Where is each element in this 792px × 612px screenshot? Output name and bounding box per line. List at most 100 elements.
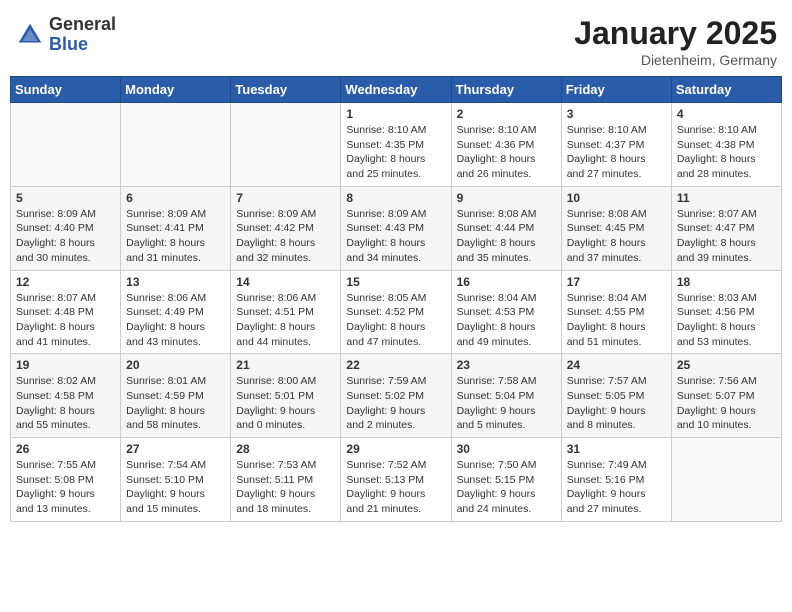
calendar-cell: 16Sunrise: 8:04 AM Sunset: 4:53 PM Dayli… [451, 270, 561, 354]
logo-icon [15, 20, 45, 50]
day-info: Sunrise: 8:06 AM Sunset: 4:49 PM Dayligh… [126, 291, 225, 350]
calendar-week-row: 1 Sunrise: 8:10 AM Sunset: 4:35 PM Daylig… [11, 103, 782, 187]
calendar-cell: 28 Sunrise: 7:53 AM Sunset: 5:11 PM Dayli… [231, 438, 341, 522]
day-info: Sunrise: 7:59 AM Sunset: 5:02 PM Dayligh… [346, 374, 445, 433]
calendar-cell: 22Sunrise: 7:59 AM Sunset: 5:02 PM Dayli… [341, 354, 451, 438]
day-number: 13 [126, 275, 225, 289]
day-info: Sunrise: 8:00 AM Sunset: 5:01 PM Dayligh… [236, 374, 335, 433]
calendar-cell: 20Sunrise: 8:01 AM Sunset: 4:59 PM Dayli… [121, 354, 231, 438]
day-info: Sunrise: 8:06 AM Sunset: 4:51 PM Dayligh… [236, 291, 335, 350]
calendar-cell: 3 Sunrise: 8:10 AM Sunset: 4:37 PM Daylig… [561, 103, 671, 187]
calendar-week-row: 5 Sunrise: 8:09 AM Sunset: 4:40 PM Daylig… [11, 186, 782, 270]
calendar-cell: 11 Sunrise: 8:07 AM Sunset: 4:47 PM Dayli… [671, 186, 781, 270]
day-of-week-header: Saturday [671, 77, 781, 103]
day-number: 12 [16, 275, 115, 289]
calendar-cell: 2 Sunrise: 8:10 AM Sunset: 4:36 PM Daylig… [451, 103, 561, 187]
logo: General Blue [15, 15, 116, 55]
day-info: Sunrise: 8:07 AM Sunset: 4:48 PM Dayligh… [16, 291, 115, 350]
day-number: 31 [567, 442, 666, 456]
calendar-cell: 8Sunrise: 8:09 AM Sunset: 4:43 PM Daylig… [341, 186, 451, 270]
day-of-week-header: Monday [121, 77, 231, 103]
day-info: Sunrise: 7:49 AM Sunset: 5:16 PM Dayligh… [567, 458, 666, 517]
day-number: 10 [567, 191, 666, 205]
calendar-cell: 21Sunrise: 8:00 AM Sunset: 5:01 PM Dayli… [231, 354, 341, 438]
day-of-week-header: Tuesday [231, 77, 341, 103]
day-number: 29 [346, 442, 445, 456]
calendar-cell: 12 Sunrise: 8:07 AM Sunset: 4:48 PM Dayli… [11, 270, 121, 354]
day-info: Sunrise: 8:01 AM Sunset: 4:59 PM Dayligh… [126, 374, 225, 433]
day-number: 28 [236, 442, 335, 456]
calendar-cell: 30Sunrise: 7:50 AM Sunset: 5:15 PM Dayli… [451, 438, 561, 522]
day-info: Sunrise: 7:52 AM Sunset: 5:13 PM Dayligh… [346, 458, 445, 517]
day-number: 23 [457, 358, 556, 372]
day-info: Sunrise: 8:10 AM Sunset: 4:35 PM Dayligh… [346, 123, 445, 182]
day-number: 4 [677, 107, 776, 121]
month-title: January 2025 [574, 15, 777, 52]
day-number: 17 [567, 275, 666, 289]
calendar-cell: 29 Sunrise: 7:52 AM Sunset: 5:13 PM Dayli… [341, 438, 451, 522]
calendar-week-row: 12 Sunrise: 8:07 AM Sunset: 4:48 PM Dayli… [11, 270, 782, 354]
day-number: 25 [677, 358, 776, 372]
day-info: Sunrise: 8:04 AM Sunset: 4:53 PM Dayligh… [457, 291, 556, 350]
day-info: Sunrise: 8:08 AM Sunset: 4:45 PM Dayligh… [567, 207, 666, 266]
day-of-week-header: Wednesday [341, 77, 451, 103]
calendar-cell: 31 Sunrise: 7:49 AM Sunset: 5:16 PM Dayli… [561, 438, 671, 522]
calendar-cell [121, 103, 231, 187]
day-number: 14 [236, 275, 335, 289]
day-info: Sunrise: 8:09 AM Sunset: 4:41 PM Dayligh… [126, 207, 225, 266]
calendar-cell: 4Sunrise: 8:10 AM Sunset: 4:38 PM Daylig… [671, 103, 781, 187]
calendar-cell: 14 Sunrise: 8:06 AM Sunset: 4:51 PM Dayli… [231, 270, 341, 354]
day-of-week-header: Thursday [451, 77, 561, 103]
calendar-cell: 27Sunrise: 7:54 AM Sunset: 5:10 PM Dayli… [121, 438, 231, 522]
day-number: 8 [346, 191, 445, 205]
day-number: 11 [677, 191, 776, 205]
calendar-cell: 15 Sunrise: 8:05 AM Sunset: 4:52 PM Dayli… [341, 270, 451, 354]
day-info: Sunrise: 7:53 AM Sunset: 5:11 PM Dayligh… [236, 458, 335, 517]
title-block: January 2025 Dietenheim, Germany [574, 15, 777, 68]
day-info: Sunrise: 8:03 AM Sunset: 4:56 PM Dayligh… [677, 291, 776, 350]
day-number: 1 [346, 107, 445, 121]
calendar-cell: 13 Sunrise: 8:06 AM Sunset: 4:49 PM Dayli… [121, 270, 231, 354]
calendar-cell [231, 103, 341, 187]
calendar-cell [671, 438, 781, 522]
calendar-cell: 6 Sunrise: 8:09 AM Sunset: 4:41 PM Daylig… [121, 186, 231, 270]
calendar-header-row: SundayMondayTuesdayWednesdayThursdayFrid… [11, 77, 782, 103]
day-info: Sunrise: 7:56 AM Sunset: 5:07 PM Dayligh… [677, 374, 776, 433]
logo-text: General Blue [49, 15, 116, 55]
calendar-cell: 9 Sunrise: 8:08 AM Sunset: 4:44 PM Daylig… [451, 186, 561, 270]
day-number: 3 [567, 107, 666, 121]
calendar-week-row: 26Sunrise: 7:55 AM Sunset: 5:08 PM Dayli… [11, 438, 782, 522]
day-number: 24 [567, 358, 666, 372]
day-number: 5 [16, 191, 115, 205]
calendar-cell: 24 Sunrise: 7:57 AM Sunset: 5:05 PM Dayli… [561, 354, 671, 438]
day-info: Sunrise: 8:10 AM Sunset: 4:37 PM Dayligh… [567, 123, 666, 182]
logo-general-text: General [49, 15, 116, 35]
day-info: Sunrise: 8:02 AM Sunset: 4:58 PM Dayligh… [16, 374, 115, 433]
calendar-cell: 17 Sunrise: 8:04 AM Sunset: 4:55 PM Dayli… [561, 270, 671, 354]
day-of-week-header: Friday [561, 77, 671, 103]
day-info: Sunrise: 8:10 AM Sunset: 4:36 PM Dayligh… [457, 123, 556, 182]
day-info: Sunrise: 7:57 AM Sunset: 5:05 PM Dayligh… [567, 374, 666, 433]
calendar-cell: 1 Sunrise: 8:10 AM Sunset: 4:35 PM Daylig… [341, 103, 451, 187]
day-number: 27 [126, 442, 225, 456]
day-info: Sunrise: 8:08 AM Sunset: 4:44 PM Dayligh… [457, 207, 556, 266]
calendar-cell: 10 Sunrise: 8:08 AM Sunset: 4:45 PM Dayli… [561, 186, 671, 270]
day-number: 15 [346, 275, 445, 289]
day-number: 6 [126, 191, 225, 205]
page-header: General Blue January 2025 Dietenheim, Ge… [10, 10, 782, 68]
calendar-cell: 23Sunrise: 7:58 AM Sunset: 5:04 PM Dayli… [451, 354, 561, 438]
day-info: Sunrise: 8:07 AM Sunset: 4:47 PM Dayligh… [677, 207, 776, 266]
calendar-cell: 18Sunrise: 8:03 AM Sunset: 4:56 PM Dayli… [671, 270, 781, 354]
day-number: 7 [236, 191, 335, 205]
day-number: 9 [457, 191, 556, 205]
day-number: 26 [16, 442, 115, 456]
calendar-cell: 7 Sunrise: 8:09 AM Sunset: 4:42 PM Daylig… [231, 186, 341, 270]
day-info: Sunrise: 8:04 AM Sunset: 4:55 PM Dayligh… [567, 291, 666, 350]
day-info: Sunrise: 8:09 AM Sunset: 4:40 PM Dayligh… [16, 207, 115, 266]
day-info: Sunrise: 8:09 AM Sunset: 4:42 PM Dayligh… [236, 207, 335, 266]
day-number: 19 [16, 358, 115, 372]
day-number: 30 [457, 442, 556, 456]
day-info: Sunrise: 8:05 AM Sunset: 4:52 PM Dayligh… [346, 291, 445, 350]
day-number: 2 [457, 107, 556, 121]
calendar-cell: 5 Sunrise: 8:09 AM Sunset: 4:40 PM Daylig… [11, 186, 121, 270]
